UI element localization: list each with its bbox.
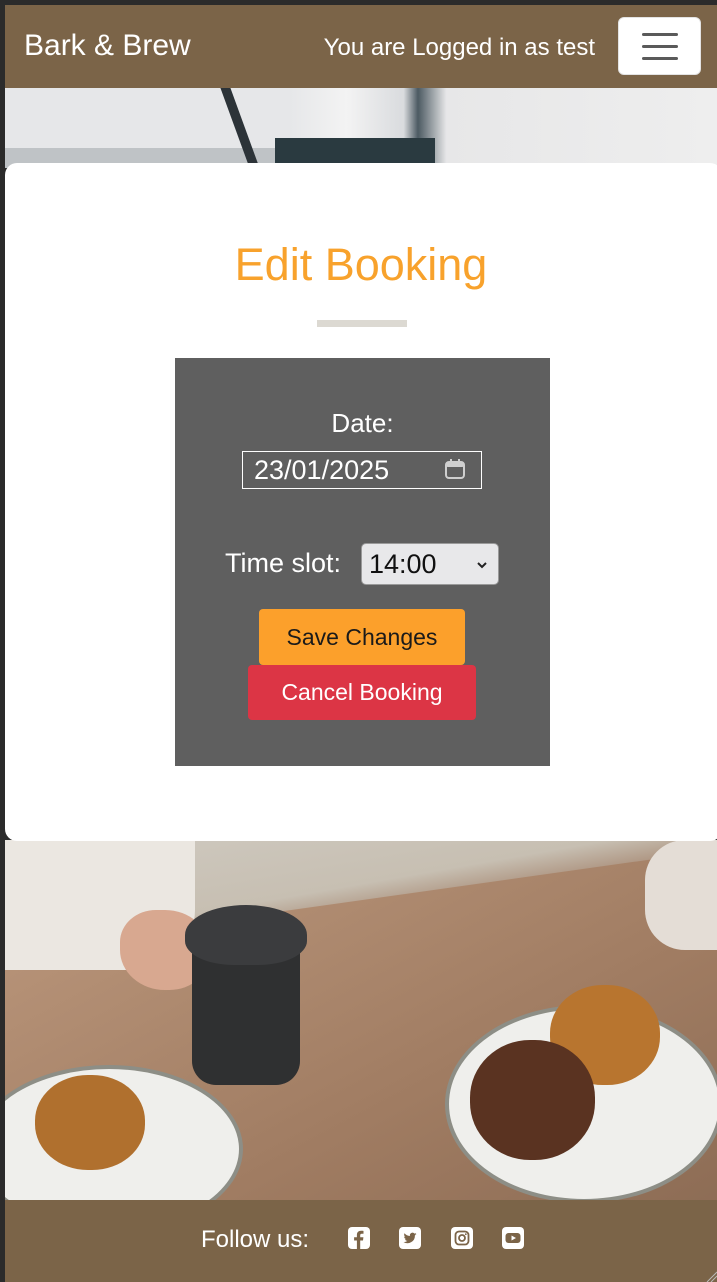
background-photo-top	[5, 88, 717, 168]
chevron-down-icon	[477, 562, 487, 569]
title-divider	[317, 320, 407, 327]
twitter-icon[interactable]	[399, 1227, 421, 1249]
menu-toggle-button[interactable]	[618, 17, 701, 75]
instagram-icon[interactable]	[451, 1227, 473, 1249]
cancel-booking-button[interactable]: Cancel Booking	[248, 665, 476, 720]
page: Bark & Brew You are Logged in as test Ed…	[5, 5, 717, 1282]
time-slot-label: Time slot:	[225, 548, 342, 578]
date-label: Date:	[331, 408, 394, 438]
booking-form: Date: 23/01/2025 Time slot: 14:00 Save C…	[175, 358, 550, 766]
save-changes-button[interactable]: Save Changes	[259, 609, 465, 665]
navbar: Bark & Brew You are Logged in as test	[5, 5, 717, 88]
time-slot-value: 14:00	[369, 549, 437, 579]
background-photo-bottom	[5, 840, 717, 1200]
login-status: You are Logged in as test	[323, 34, 595, 61]
calendar-icon[interactable]	[444, 458, 466, 480]
facebook-icon[interactable]	[348, 1227, 370, 1249]
brand-logo-text[interactable]: Bark & Brew	[24, 29, 191, 63]
time-slot-select[interactable]: 14:00	[361, 543, 499, 585]
resize-handle-icon	[706, 1271, 717, 1282]
date-value: 23/01/2025	[254, 455, 390, 485]
footer: Follow us:	[5, 1200, 717, 1282]
page-title: Edit Booking	[234, 239, 488, 290]
youtube-icon[interactable]	[502, 1227, 524, 1249]
date-input[interactable]: 23/01/2025	[242, 451, 482, 489]
edit-booking-card: Edit Booking Date: 23/01/2025 Time slot:…	[5, 163, 717, 841]
hamburger-menu-icon	[642, 33, 678, 36]
follow-us-label: Follow us:	[201, 1226, 310, 1253]
